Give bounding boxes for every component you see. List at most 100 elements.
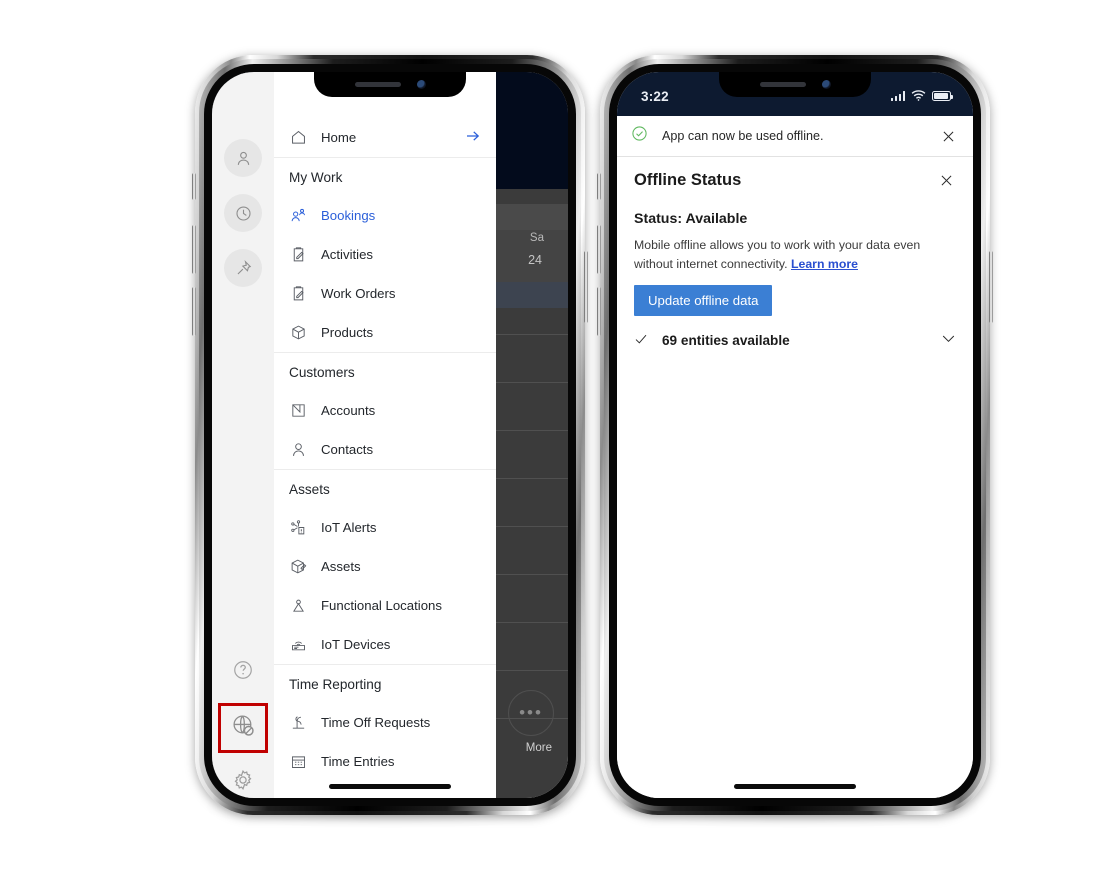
wifi-icon [911,89,926,104]
menu-item-label: Assets [321,559,361,574]
volume-up-button-left[interactable] [192,225,196,274]
status-line: Status: Available [634,211,748,227]
menu-item-label: Activities [321,247,374,262]
menu-item-work-orders[interactable]: Work Orders [274,274,496,313]
arrow-right-icon[interactable] [464,127,482,148]
close-icon[interactable] [938,172,955,189]
location-pin-icon [289,597,307,615]
more-tab-label[interactable]: More [526,742,552,754]
home-indicator-right[interactable] [734,784,856,789]
learn-more-link[interactable]: Learn more [791,257,858,271]
chevron-down-icon[interactable] [940,330,957,350]
signal-bars-icon [890,91,905,101]
front-camera-icon [416,80,426,89]
panel-header: Offline Status [617,157,973,190]
entities-label: 69 entities available [662,332,790,348]
menu-item-time-off-requests[interactable]: Time Off Requests [274,703,496,742]
menu-item-label: Contacts [321,442,374,457]
menu-section-header: Customers [289,364,355,380]
day-number: 24 [528,253,542,267]
menu-item-label: Bookings [321,208,376,223]
right-phone-mockup: 3:22 App can now be used offline. Offlin… [597,55,993,823]
menu-item-assets[interactable]: Assets [274,547,496,586]
left-phone-screen: plus-icon genda Sa 24 ••• More [212,72,568,798]
left-phone-mockup: plus-icon genda Sa 24 ••• More [192,55,588,823]
time-off-icon [289,714,307,732]
icon-rail [212,72,274,798]
speaker-grille-icon [354,82,401,87]
person-icon[interactable] [224,139,262,177]
menu-item-time-entries[interactable]: Time Entries [274,742,496,781]
ellipsis-icon[interactable]: ••• [508,690,554,736]
screenshot-canvas: plus-icon genda Sa 24 ••• More [0,0,1118,872]
status-bar-time: 3:22 [641,88,669,104]
menu-item-iot-alerts[interactable]: IoT Alerts [274,508,496,547]
menu-item-contacts[interactable]: Contacts [274,430,496,469]
menu-section-header: Assets [289,481,330,497]
plus-icon[interactable]: plus-icon [522,126,544,148]
mute-switch-right[interactable] [597,173,601,200]
panel-title: Offline Status [634,171,742,189]
menu-item-bookings[interactable]: Bookings [274,196,496,235]
iot-device-icon [289,636,307,654]
navigation-menu-panel: Home My Work Bookings Activities Work Or… [274,72,496,798]
home-indicator-left[interactable] [329,784,451,789]
menu-item-label: Products [321,325,374,340]
clipboard-icon [289,285,307,303]
speaker-grille-icon [759,82,806,87]
check-icon [633,331,649,350]
close-icon[interactable] [940,128,957,145]
battery-icon [932,91,953,101]
menu-item-functional-locations[interactable]: Functional Locations [274,586,496,625]
volume-up-button-right[interactable] [597,225,601,274]
menu-item-activities[interactable]: Activities [274,235,496,274]
menu-item-label: Home [321,130,357,145]
panel-description: Mobile offline allows you to work with y… [634,236,956,273]
status-bar-icons [890,89,953,104]
volume-down-button-right[interactable] [597,287,601,336]
pin-icon[interactable] [224,249,262,287]
menu-item-iot-devices[interactable]: IoT Devices [274,625,496,664]
menu-item-label: Functional Locations [321,598,442,613]
menu-item-products[interactable]: Products [274,313,496,352]
asset-box-icon [289,558,307,576]
volume-down-button-left[interactable] [192,287,196,336]
bookings-icon [289,207,307,225]
menu-section-header: My Work [289,169,343,185]
power-button-left[interactable] [584,251,588,323]
home-icon [289,129,307,147]
menu-item-home[interactable]: Home [274,118,496,157]
entities-row[interactable]: 69 entities available [633,330,957,350]
menu-section-header: Time Reporting [289,676,382,692]
menu-item-label: Work Orders [321,286,396,301]
iot-alert-icon [289,519,307,537]
description-text: Mobile offline allows you to work with y… [634,238,921,271]
accounts-icon [289,402,307,420]
offline-status-panel: Offline Status Status: Available Mobile … [617,157,973,798]
check-circle-icon [631,125,648,147]
person-icon [289,441,307,459]
mute-switch-left[interactable] [192,173,196,200]
menu-item-label: Accounts [321,403,376,418]
menu-item-label: IoT Alerts [321,520,377,535]
power-button-right[interactable] [989,251,993,323]
notch-left [314,72,466,97]
calendar-icon [289,753,307,771]
menu-item-label: IoT Devices [321,637,391,652]
front-camera-icon [821,80,831,89]
box-icon [289,324,307,342]
gear-icon[interactable] [224,761,262,798]
offline-status-highlight [218,703,268,753]
notch-right [719,72,871,97]
clock-icon[interactable] [224,194,262,232]
day-abbrev: Sa [529,232,544,244]
update-offline-data-button[interactable]: Update offline data [634,285,773,317]
menu-item-accounts[interactable]: Accounts [274,391,496,430]
question-icon[interactable] [224,651,262,689]
menu-item-label: Time Entries [321,754,395,769]
clipboard-icon [289,246,307,264]
toast-message: App can now be used offline. [662,129,824,143]
right-phone-screen: 3:22 App can now be used offline. Offlin… [617,72,973,798]
offline-toast-banner: App can now be used offline. [617,116,973,157]
menu-item-label: Time Off Requests [321,715,431,730]
